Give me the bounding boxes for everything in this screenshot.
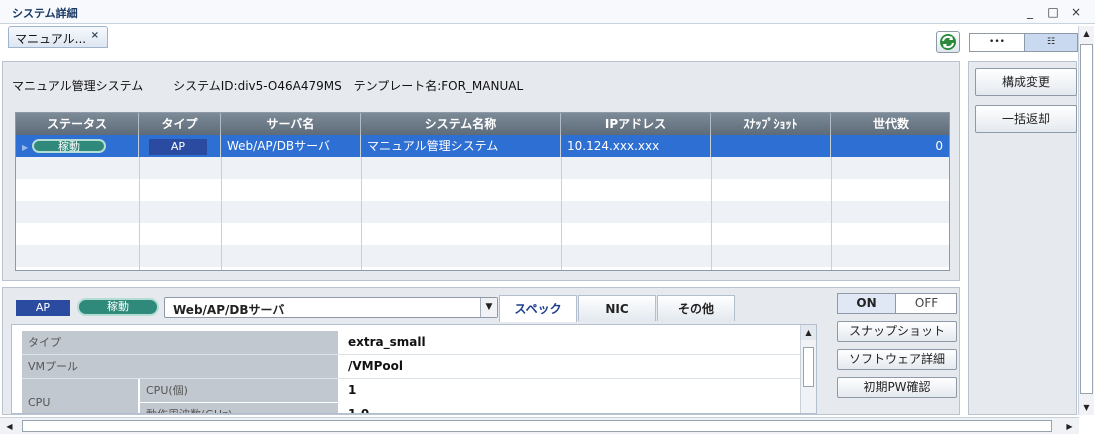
spec-row-cpu: CPU CPU(個) 1 動作周波数(GHz) 1.0 — [22, 379, 800, 414]
window-horizontal-scrollbar[interactable]: ◀ ▶ — [0, 417, 1079, 434]
cell-generations: 0 — [935, 139, 943, 153]
initial-pw-button[interactable]: 初期PW確認 — [837, 377, 957, 398]
detail-status-badge: 稼動 — [77, 298, 159, 316]
spec-key: タイプ — [22, 331, 338, 354]
cell-snapshot — [711, 135, 831, 157]
snapshot-button[interactable]: スナップショット — [837, 321, 957, 342]
cell-ip-address: 10.124.xxx.xxx — [561, 135, 711, 157]
server-detail-panel: AP 稼動 Web/AP/DBサーバ ▼ スペック NIC その他 タイプ ex… — [2, 287, 960, 415]
system-name: マニュアル管理システム — [12, 79, 144, 93]
window-vertical-scrollbar[interactable]: ▲ ▼ — [1078, 26, 1094, 415]
spec-subkey: CPU(個) — [140, 379, 338, 402]
scroll-up-icon[interactable]: ▲ — [1079, 26, 1094, 41]
server-select-value: Web/AP/DBサーバ — [173, 303, 285, 317]
on-off-toggle[interactable]: ON OFF — [837, 293, 957, 314]
tab-manual[interactable]: マニュアル... × — [8, 26, 108, 48]
scroll-down-icon[interactable]: ▼ — [1079, 400, 1094, 415]
col-ip-address[interactable]: IPアドレス — [561, 113, 711, 135]
col-system-name[interactable]: システム名称 — [361, 113, 561, 135]
table-row-empty — [16, 223, 949, 245]
window-titlebar: システム詳細 _ □ × — [0, 0, 1095, 24]
toggle-on[interactable]: ON — [838, 294, 896, 313]
table-row-empty — [16, 157, 949, 179]
spec-scrollbar[interactable]: ▲ — [800, 325, 816, 413]
vertical-scroll-thumb[interactable] — [1080, 44, 1093, 394]
server-table: ステータス タイプ サーバ名 システム名称 IPアドレス ｽﾅｯﾌﾟｼｮｯﾄ 世… — [15, 112, 950, 271]
table-row-empty — [16, 179, 949, 201]
template-name: テンプレート名:FOR_MANUAL — [353, 79, 524, 93]
cell-status: ▶ 稼動 — [16, 135, 139, 157]
system-panel: マニュアル管理システム システムID:div5-O46A479MS テンプレート… — [2, 61, 960, 281]
type-chip: AP — [149, 139, 207, 155]
minimize-icon[interactable]: _ — [1022, 4, 1038, 20]
scroll-right-icon[interactable]: ▶ — [1062, 419, 1077, 434]
scroll-up-icon[interactable]: ▲ — [801, 325, 816, 340]
tab-close-icon[interactable]: × — [91, 30, 99, 41]
expand-arrow-icon[interactable]: ▶ — [22, 143, 28, 152]
system-id: システムID:div5-O46A479MS — [173, 79, 342, 93]
cell-system-name: マニュアル管理システム — [361, 135, 561, 157]
spec-key: VMプール — [22, 355, 338, 378]
view-toggle[interactable]: ••• ☷ — [969, 33, 1078, 52]
tab-spec[interactable]: スペック — [499, 295, 577, 322]
col-generations[interactable]: 世代数 — [831, 113, 949, 135]
bulk-return-button[interactable]: 一括返却 — [975, 105, 1077, 133]
spec-scroll-thumb[interactable] — [803, 347, 814, 387]
refresh-icon — [940, 34, 956, 50]
spec-key: CPU — [22, 379, 138, 413]
table-row[interactable]: ▶ 稼動 AP Web/AP/DBサーバ マニュアル管理システム 10.124.… — [16, 135, 949, 157]
system-info-line: マニュアル管理システム システムID:div5-O46A479MS テンプレート… — [12, 77, 539, 94]
view-compact-icon[interactable]: ••• — [970, 34, 1024, 51]
action-panel: 構成変更 一括返却 — [968, 61, 1077, 415]
status-badge: 稼動 — [31, 139, 106, 153]
spec-value: extra_small — [348, 335, 426, 349]
tab-manual-label: マニュアル... — [15, 32, 87, 46]
spec-table: タイプ extra_small VMプール /VMPool CPU CPU(個)… — [11, 324, 817, 414]
spec-row: VMプール /VMPool — [22, 355, 800, 379]
view-list-icon[interactable]: ☷ — [1024, 34, 1077, 51]
software-detail-button[interactable]: ソフトウェア詳細 — [837, 349, 957, 370]
table-row-empty — [16, 201, 949, 223]
col-snapshot[interactable]: ｽﾅｯﾌﾟｼｮｯﾄ — [711, 113, 831, 135]
refresh-button[interactable] — [936, 31, 960, 53]
cell-server-name: Web/AP/DBサーバ — [221, 135, 361, 157]
document-tabstrip: マニュアル... × — [0, 24, 966, 58]
horizontal-scroll-thumb[interactable] — [22, 420, 1052, 432]
table-header: ステータス タイプ サーバ名 システム名称 IPアドレス ｽﾅｯﾌﾟｼｮｯﾄ 世… — [16, 113, 949, 135]
scroll-left-icon[interactable]: ◀ — [2, 419, 17, 434]
tab-nic[interactable]: NIC — [578, 295, 656, 321]
col-server-name[interactable]: サーバ名 — [221, 113, 361, 135]
spec-value: 1 — [348, 383, 357, 397]
server-select[interactable]: Web/AP/DBサーバ ▼ — [164, 297, 498, 318]
close-icon[interactable]: × — [1068, 4, 1084, 20]
cell-type: AP — [139, 135, 221, 157]
col-type[interactable]: タイプ — [139, 113, 221, 135]
config-change-button[interactable]: 構成変更 — [975, 68, 1077, 96]
table-row-empty — [16, 245, 949, 267]
spec-row: タイプ extra_small — [22, 331, 800, 355]
window-title: システム詳細 — [12, 7, 78, 20]
dropdown-arrow-icon[interactable]: ▼ — [480, 298, 497, 317]
maximize-icon[interactable]: □ — [1045, 4, 1061, 20]
col-status[interactable]: ステータス — [16, 113, 139, 135]
tab-other[interactable]: その他 — [657, 295, 735, 321]
detail-type-chip: AP — [16, 300, 70, 316]
spec-subkey: 動作周波数(GHz) — [140, 403, 338, 413]
spec-value: /VMPool — [348, 359, 404, 373]
spec-value: 1.0 — [348, 407, 370, 414]
toggle-off[interactable]: OFF — [897, 294, 956, 313]
